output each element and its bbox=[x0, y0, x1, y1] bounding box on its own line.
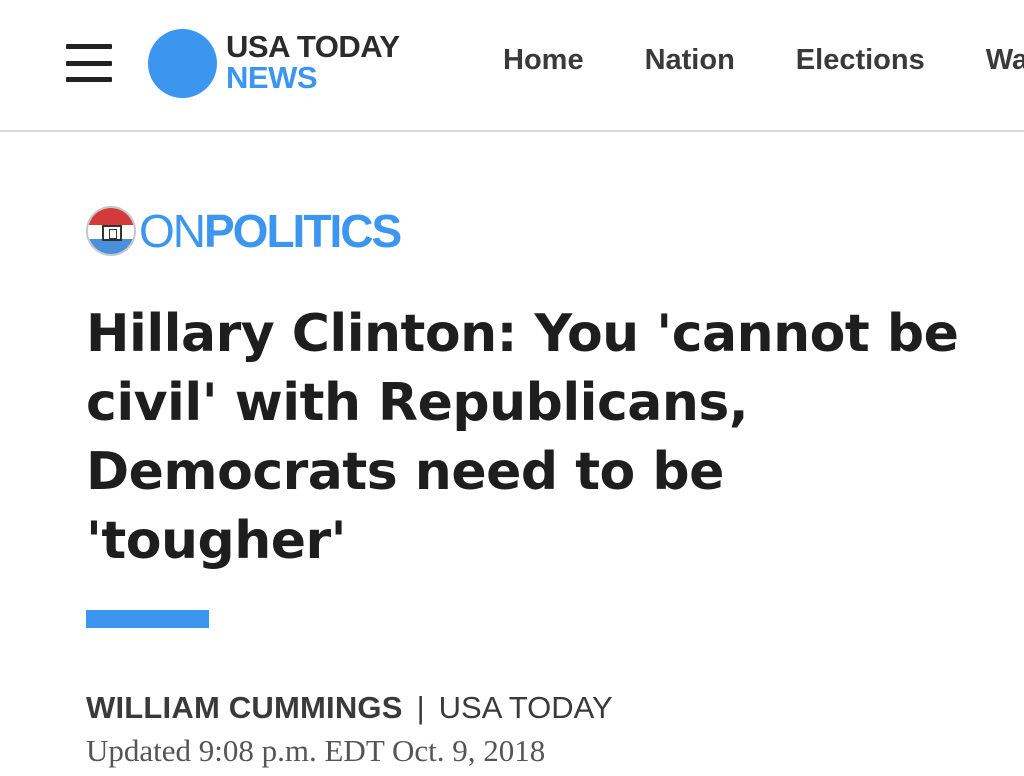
brand-name: USA TODAY bbox=[226, 29, 400, 64]
updated-timestamp: Updated 9:08 p.m. EDT Oct. 9, 2018 bbox=[86, 733, 546, 768]
nav-elections[interactable]: Elections bbox=[796, 44, 925, 84]
nav-washington[interactable]: Wa bbox=[986, 44, 1024, 84]
section-title: ON POLITICS bbox=[139, 205, 402, 257]
byline-separator: | bbox=[416, 690, 425, 725]
brand-logo[interactable]: USA TODAY NEWS bbox=[226, 31, 400, 93]
outlet-name: USA TODAY bbox=[438, 690, 613, 725]
headline-accent-bar bbox=[86, 610, 209, 628]
hamburger-menu-icon[interactable] bbox=[66, 44, 112, 82]
menu-bar bbox=[66, 60, 112, 66]
section-title-on: ON bbox=[139, 205, 206, 257]
site-header: USA TODAY NEWS Home Nation Elections Wa bbox=[0, 0, 1024, 132]
usa-today-logo-dot[interactable] bbox=[148, 29, 217, 98]
ballot-box-badge-icon bbox=[86, 206, 136, 256]
menu-bar bbox=[66, 77, 112, 82]
onpolitics-section-logo[interactable]: ON POLITICS bbox=[86, 205, 402, 257]
nav-nation[interactable]: Nation bbox=[645, 44, 735, 84]
brand-section: NEWS bbox=[226, 60, 317, 95]
menu-bar bbox=[66, 44, 112, 49]
section-title-politics: POLITICS bbox=[204, 205, 402, 257]
author-name[interactable]: WILLIAM CUMMINGS bbox=[86, 690, 403, 725]
byline: WILLIAM CUMMINGS | USA TODAY bbox=[86, 690, 613, 730]
nav-home[interactable]: Home bbox=[503, 44, 584, 84]
main-nav: Home Nation Elections Wa bbox=[503, 44, 1024, 88]
article-headline: Hillary Clinton: You 'cannot be civil' w… bbox=[86, 304, 959, 571]
